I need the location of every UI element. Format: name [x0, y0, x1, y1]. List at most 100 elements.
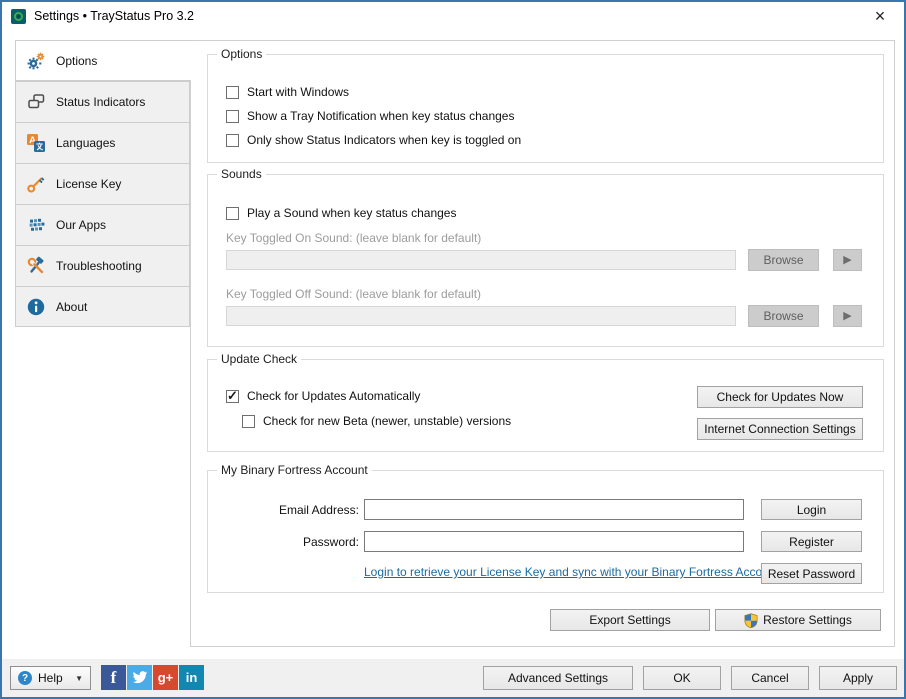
checkbox-box[interactable]	[226, 86, 239, 99]
checkbox-check-updates[interactable]: Check for Updates Automatically	[226, 389, 420, 403]
tab-languages[interactable]: A Languages	[15, 122, 190, 163]
help-dropdown-button[interactable]: ? Help ▼	[10, 666, 91, 690]
account-group: My Binary Fortress Account Email Address…	[207, 470, 884, 593]
tab-license-key[interactable]: License Key	[15, 163, 190, 204]
tab-label: Troubleshooting	[56, 259, 142, 273]
tab-status-indicators[interactable]: Status Indicators	[15, 81, 190, 122]
key-icon	[26, 174, 46, 194]
checkbox-box[interactable]	[226, 110, 239, 123]
button-label: Export Settings	[589, 613, 670, 627]
button-label: Browse	[763, 253, 803, 267]
button-label: Check for Updates Now	[717, 390, 844, 404]
checkbox-label: Start with Windows	[247, 85, 349, 99]
settings-window: Settings • TrayStatus Pro 3.2 × Options …	[0, 0, 906, 699]
button-label: Restore Settings	[763, 613, 852, 627]
internet-connection-settings-button[interactable]: Internet Connection Settings	[697, 418, 863, 440]
tab-label: Status Indicators	[56, 95, 145, 109]
play-off-button[interactable]: ▶	[833, 305, 862, 327]
button-label: OK	[673, 671, 690, 685]
checkbox-play-sound[interactable]: Play a Sound when key status changes	[226, 206, 456, 220]
group-title: Update Check	[217, 352, 301, 366]
register-button[interactable]: Register	[761, 531, 862, 552]
tab-options[interactable]: Options	[15, 40, 191, 81]
button-label: Register	[789, 535, 834, 549]
checkbox-box[interactable]	[226, 390, 239, 403]
login-button[interactable]: Login	[761, 499, 862, 520]
checkbox-label: Check for new Beta (newer, unstable) ver…	[263, 414, 511, 428]
button-label: Reset Password	[768, 567, 855, 581]
email-label: Email Address:	[226, 503, 359, 517]
uac-shield-icon	[744, 613, 758, 628]
facebook-icon[interactable]: f	[101, 665, 126, 690]
tab-label: Options	[56, 54, 97, 68]
layered-windows-icon	[26, 92, 46, 112]
cancel-button[interactable]: Cancel	[731, 666, 809, 690]
tab-label: License Key	[56, 177, 121, 191]
login-retrieve-link[interactable]: Login to retrieve your License Key and s…	[364, 565, 744, 579]
key-on-sound-input[interactable]	[226, 250, 736, 270]
password-field[interactable]	[364, 531, 744, 552]
key-off-sound-label: Key Toggled Off Sound: (leave blank for …	[226, 287, 481, 301]
advanced-settings-button[interactable]: Advanced Settings	[483, 666, 633, 690]
settings-panel: Options Start with Windows Show a Tray N…	[190, 40, 895, 647]
google-plus-icon[interactable]: g+	[153, 665, 178, 690]
gears-icon	[26, 51, 46, 71]
email-field[interactable]	[364, 499, 744, 520]
browse-off-button[interactable]: Browse	[748, 305, 819, 327]
browse-on-button[interactable]: Browse	[748, 249, 819, 271]
apply-button[interactable]: Apply	[819, 666, 897, 690]
title-bar: Settings • TrayStatus Pro 3.2 ×	[2, 2, 904, 30]
tab-our-apps[interactable]: Our Apps	[15, 204, 190, 245]
button-label: Advanced Settings	[508, 671, 608, 685]
play-on-button[interactable]: ▶	[833, 249, 862, 271]
checkbox-label: Only show Status Indicators when key is …	[247, 133, 521, 147]
checkbox-check-beta[interactable]: Check for new Beta (newer, unstable) ver…	[242, 414, 511, 428]
update-check-group: Update Check Check for Updates Automatic…	[207, 359, 884, 452]
button-label: Browse	[763, 309, 803, 323]
tab-label: About	[56, 300, 87, 314]
button-label: Apply	[843, 671, 873, 685]
social-links: f g+ in	[101, 665, 204, 690]
play-icon: ▶	[843, 311, 851, 322]
twitter-icon[interactable]	[127, 665, 152, 690]
password-label: Password:	[226, 535, 359, 549]
traystatus-icon	[11, 9, 26, 24]
checkbox-start-with-windows[interactable]: Start with Windows	[226, 85, 349, 99]
restore-settings-button[interactable]: Restore Settings	[715, 609, 881, 631]
button-label: Login	[797, 503, 826, 517]
checkbox-label: Play a Sound when key status changes	[247, 206, 456, 220]
ok-button[interactable]: OK	[643, 666, 721, 690]
checkbox-box[interactable]	[226, 207, 239, 220]
checkbox-box[interactable]	[242, 415, 255, 428]
checkbox-label: Check for Updates Automatically	[247, 389, 420, 403]
checkbox-label: Show a Tray Notification when key status…	[247, 109, 514, 123]
group-title: My Binary Fortress Account	[217, 463, 372, 477]
export-settings-button[interactable]: Export Settings	[550, 609, 710, 631]
linkedin-icon[interactable]: in	[179, 665, 204, 690]
help-icon: ?	[18, 671, 32, 685]
button-label: Internet Connection Settings	[704, 422, 855, 436]
help-label: Help	[38, 671, 63, 685]
tab-about[interactable]: About	[15, 286, 190, 327]
checkbox-box[interactable]	[226, 134, 239, 147]
options-group: Options Start with Windows Show a Tray N…	[207, 54, 884, 163]
info-icon	[26, 297, 46, 317]
bottom-bar: ? Help ▼ f g+ in Advanced Settings OK Ca…	[2, 659, 904, 697]
translate-icon: A	[26, 133, 46, 153]
window-title: Settings • TrayStatus Pro 3.2	[34, 9, 194, 23]
check-updates-now-button[interactable]: Check for Updates Now	[697, 386, 863, 408]
tab-label: Languages	[56, 136, 115, 150]
tab-label: Our Apps	[56, 218, 106, 232]
checkbox-tray-notification[interactable]: Show a Tray Notification when key status…	[226, 109, 514, 123]
app-grid-icon	[26, 215, 46, 235]
checkbox-only-show-toggled[interactable]: Only show Status Indicators when key is …	[226, 133, 521, 147]
play-icon: ▶	[843, 255, 851, 266]
close-icon[interactable]: ×	[868, 4, 892, 28]
chevron-down-icon: ▼	[75, 674, 83, 683]
reset-password-button[interactable]: Reset Password	[761, 563, 862, 584]
key-on-sound-label: Key Toggled On Sound: (leave blank for d…	[226, 231, 481, 245]
tools-icon	[26, 256, 46, 276]
key-off-sound-input[interactable]	[226, 306, 736, 326]
tab-troubleshooting[interactable]: Troubleshooting	[15, 245, 190, 286]
button-label: Cancel	[751, 671, 788, 685]
